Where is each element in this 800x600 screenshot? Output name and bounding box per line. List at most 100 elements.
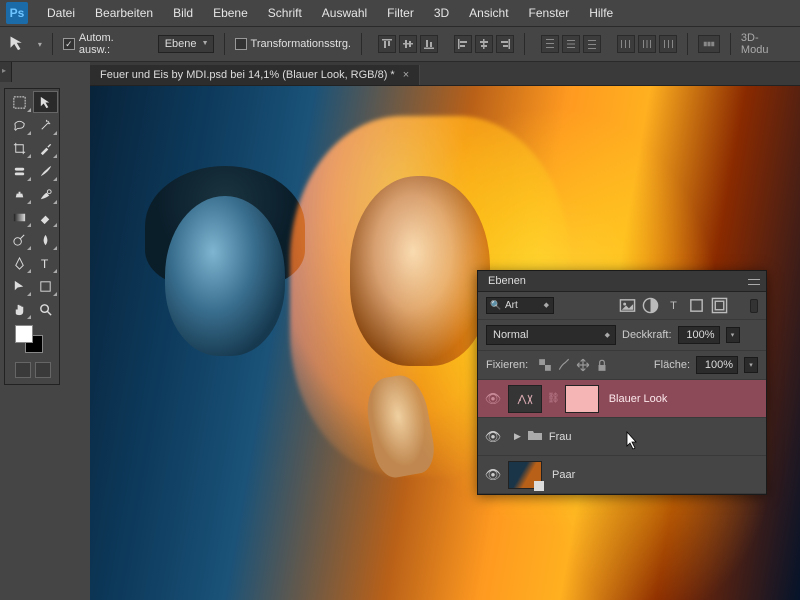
menu-filter[interactable]: Filter (378, 2, 423, 24)
lock-transparency-icon[interactable] (538, 358, 552, 372)
folder-icon (527, 429, 543, 444)
3d-mode-label: 3D-Modu (741, 32, 792, 56)
align-vcenter-icon[interactable] (399, 35, 417, 53)
group-disclosure-icon[interactable]: ▶ (508, 431, 527, 442)
layer-row[interactable]: 👁 ▶ Frau (478, 418, 766, 456)
layer-name[interactable]: Blauer Look (599, 393, 668, 405)
adjustment-thumb-icon[interactable] (508, 385, 542, 413)
move-tool-icon[interactable] (33, 91, 58, 113)
close-document-icon[interactable]: × (403, 69, 409, 81)
gradient-tool-icon[interactable] (7, 206, 32, 228)
lock-pixels-icon[interactable] (557, 358, 571, 372)
menu-3d[interactable]: 3D (425, 2, 458, 24)
move-tool-icon (8, 34, 28, 54)
layer-name[interactable]: Frau (547, 431, 572, 443)
lock-all-icon[interactable] (595, 358, 609, 372)
eraser-tool-icon[interactable] (33, 206, 58, 228)
auto-select-checkbox[interactable]: ✓Autom. ausw.: (63, 32, 148, 56)
dodge-tool-icon[interactable] (7, 229, 32, 251)
divider (224, 33, 225, 55)
distribute-bottom-icon[interactable] (583, 35, 601, 53)
brush-tool-icon[interactable] (33, 160, 58, 182)
layer-row[interactable]: 👁 ⛓ Blauer Look (478, 380, 766, 418)
auto-select-target-select[interactable]: Ebene (158, 35, 214, 53)
distribute-group-2 (617, 35, 677, 53)
distribute-right-icon[interactable] (659, 35, 677, 53)
marquee-tool-icon[interactable] (7, 91, 32, 113)
filter-adjustment-icon[interactable] (642, 298, 659, 313)
distribute-vcenter-icon[interactable] (562, 35, 580, 53)
align-top-icon[interactable] (378, 35, 396, 53)
visibility-toggle-icon[interactable]: 👁 (478, 391, 508, 407)
divider (687, 33, 688, 55)
crop-tool-icon[interactable] (7, 137, 32, 159)
tools-panel: T (4, 88, 60, 385)
filter-smart-icon[interactable] (711, 298, 728, 313)
fill-input[interactable]: 100% (696, 356, 738, 374)
distribute-top-icon[interactable] (541, 35, 559, 53)
color-swatches[interactable] (7, 321, 58, 357)
align-left-icon[interactable] (454, 35, 472, 53)
layer-filter-select[interactable]: Art (486, 297, 554, 314)
auto-align-icon[interactable] (698, 35, 720, 53)
magic-wand-tool-icon[interactable] (33, 114, 58, 136)
layers-list: 👁 ⛓ Blauer Look 👁 ▶ Frau 👁 Paar (478, 380, 766, 494)
layers-panel-tab[interactable]: Ebenen (478, 271, 766, 292)
opacity-input[interactable]: 100% (678, 326, 720, 344)
menu-view[interactable]: Ansicht (460, 2, 517, 24)
menu-select[interactable]: Auswahl (313, 2, 376, 24)
divider (730, 33, 731, 55)
filter-shape-icon[interactable] (688, 298, 705, 313)
foreground-swatch[interactable] (15, 325, 33, 343)
fill-dropdown-icon[interactable]: ▾ (744, 357, 758, 373)
app-logo: Ps (6, 2, 28, 24)
transform-controls-checkbox[interactable]: Transformationsstrg. (235, 38, 351, 50)
pen-tool-icon[interactable] (7, 252, 32, 274)
menu-layer[interactable]: Ebene (204, 2, 257, 24)
lock-position-icon[interactable] (576, 358, 590, 372)
healing-brush-tool-icon[interactable] (7, 160, 32, 182)
history-brush-tool-icon[interactable] (33, 183, 58, 205)
document-tab[interactable]: Feuer und Eis by MDI.psd bei 14,1% (Blau… (90, 65, 420, 85)
shape-tool-icon[interactable] (33, 275, 58, 297)
distribute-hcenter-icon[interactable] (638, 35, 656, 53)
align-right-icon[interactable] (496, 35, 514, 53)
distribute-left-icon[interactable] (617, 35, 635, 53)
menu-type[interactable]: Schrift (259, 2, 311, 24)
lasso-tool-icon[interactable] (7, 114, 32, 136)
filter-toggle-switch[interactable] (750, 299, 758, 313)
eyedropper-tool-icon[interactable] (33, 137, 58, 159)
clone-stamp-tool-icon[interactable] (7, 183, 32, 205)
mask-link-icon[interactable]: ⛓ (544, 393, 563, 404)
menu-help[interactable]: Hilfe (580, 2, 622, 24)
screen-mode-icon[interactable] (35, 362, 51, 378)
menu-file[interactable]: Datei (38, 2, 84, 24)
svg-text:T: T (41, 257, 49, 271)
divider (361, 33, 362, 55)
filter-pixel-icon[interactable] (619, 298, 636, 313)
panel-menu-icon[interactable] (748, 277, 760, 287)
align-bottom-icon[interactable] (420, 35, 438, 53)
layer-row[interactable]: 👁 Paar (478, 456, 766, 494)
opacity-dropdown-icon[interactable]: ▾ (726, 327, 740, 343)
blend-mode-select[interactable]: Normal (486, 325, 616, 345)
type-tool-icon[interactable]: T (33, 252, 58, 274)
menu-image[interactable]: Bild (164, 2, 202, 24)
blur-tool-icon[interactable] (33, 229, 58, 251)
align-hcenter-icon[interactable] (475, 35, 493, 53)
visibility-toggle-icon[interactable]: 👁 (478, 467, 508, 483)
menu-edit[interactable]: Bearbeiten (86, 2, 162, 24)
layer-thumb[interactable] (508, 461, 542, 489)
filter-type-icon[interactable]: T (665, 298, 682, 313)
hand-tool-icon[interactable] (7, 298, 32, 320)
layer-name[interactable]: Paar (542, 469, 575, 481)
collapsed-dock-icon[interactable] (0, 62, 12, 82)
mask-thumb[interactable] (565, 385, 599, 413)
menu-window[interactable]: Fenster (520, 2, 579, 24)
tool-preset-dropdown-icon[interactable]: ▾ (38, 40, 42, 49)
quick-mask-icon[interactable] (15, 362, 31, 378)
fill-label: Fläche: (654, 359, 690, 371)
zoom-tool-icon[interactable] (33, 298, 58, 320)
visibility-toggle-icon[interactable]: 👁 (478, 429, 508, 445)
path-selection-tool-icon[interactable] (7, 275, 32, 297)
